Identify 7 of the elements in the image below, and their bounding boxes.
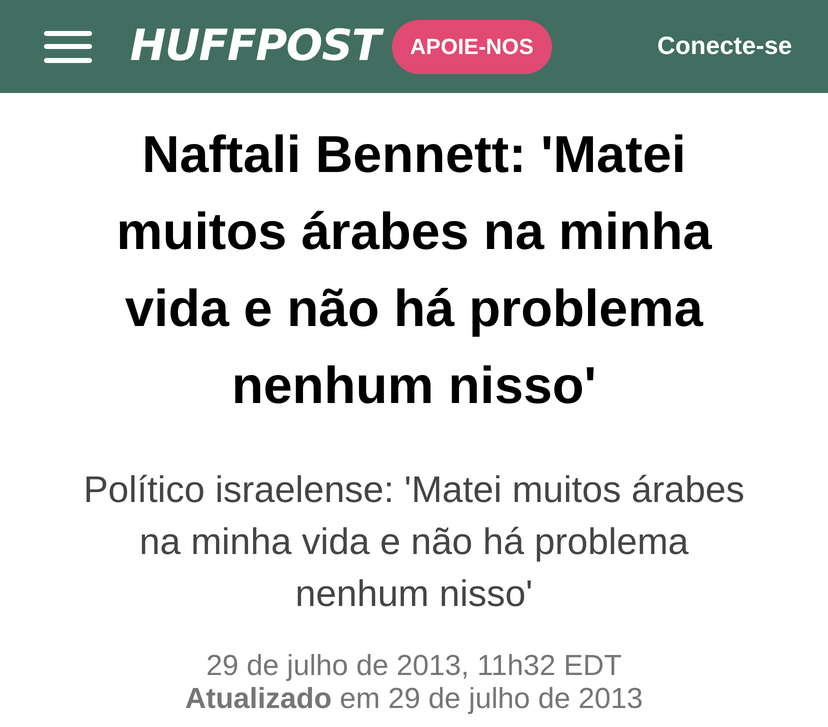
- article-subheadline: Político israelense: 'Matei muitos árabes na minha vida e não há problema nenhum nisso': [82, 468, 746, 616]
- support-button[interactable]: APOIE-NOS: [392, 20, 552, 74]
- menu-icon[interactable]: [44, 30, 92, 62]
- login-link[interactable]: Conecte-se: [657, 28, 792, 66]
- updated-date: Atualizado em 29 de julho de 2013: [185, 683, 643, 716]
- publish-date: 29 de julho de 2013, 11h32 EDT: [206, 650, 622, 683]
- article-headline: Naftali Bennett: 'Matei muitos árabes na minha vida e não há problema nenhum nisso': [115, 125, 713, 417]
